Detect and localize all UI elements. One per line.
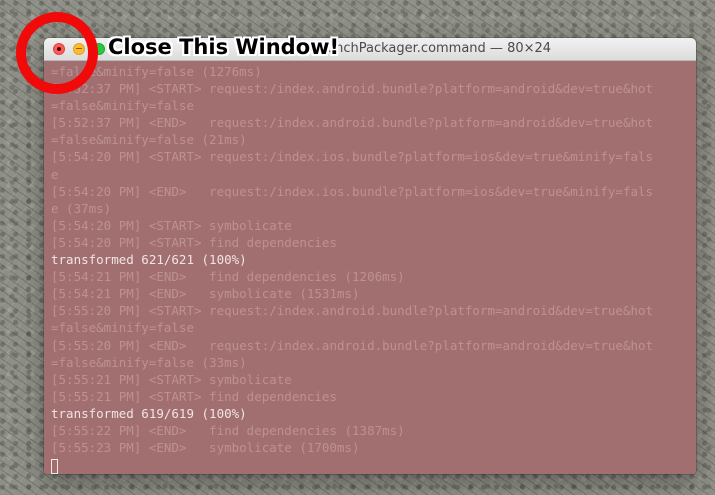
- terminal-line: [5:54:20 PM] <START> request:/index.ios.…: [51, 149, 654, 165]
- terminal-line: [5:54:21 PM] <END> find dependencies (12…: [51, 269, 405, 285]
- terminal-line: transformed 621/621 (100%): [51, 252, 247, 268]
- annotation-label: Close This Window!: [108, 35, 340, 59]
- terminal-line: [5:54:20 PM] <START> find dependencies: [51, 234, 337, 250]
- terminal-line: [5:54:20 PM] <START> symbolicate: [51, 217, 292, 233]
- terminal-line: [5:55:20 PM] <START> request:/index.andr…: [51, 303, 654, 319]
- highlight-circle: [16, 12, 98, 94]
- cursor-block: [51, 459, 58, 474]
- terminal-line: [5:55:21 PM] <START> symbolicate: [51, 371, 292, 387]
- terminal-line: =false&minify=false (21ms): [51, 132, 247, 148]
- terminal-line: =false&minify=false: [51, 320, 194, 336]
- terminal-line: e (37ms): [51, 200, 112, 216]
- terminal-line: [5:55:23 PM] <END> symbolicate (1700ms): [51, 440, 360, 456]
- terminal-line: [5:54:21 PM] <END> symbolicate (1531ms): [51, 286, 360, 302]
- terminal-line: =false&minify=false: [51, 98, 194, 114]
- terminal-line: =false&minify=false (1276ms): [51, 64, 262, 79]
- terminal-line: [5:54:20 PM] <END> request:/index.ios.bu…: [51, 183, 654, 199]
- terminal-line: [5:52:37 PM] <END> request:/index.androi…: [51, 115, 654, 131]
- terminal-line: [5:52:37 PM] <START> request:/index.andr…: [51, 81, 654, 97]
- terminal-line: =false&minify=false (33ms): [51, 354, 247, 370]
- terminal-line: [5:55:20 PM] <END> request:/index.androi…: [51, 337, 654, 353]
- prompt-line: [51, 456, 696, 474]
- terminal-line: transformed 619/619 (100%): [51, 405, 247, 421]
- terminal-line: [5:55:22 PM] <END> find dependencies (13…: [51, 422, 405, 438]
- terminal-line: [5:55:21 PM] <START> find dependencies: [51, 388, 337, 404]
- terminal-window: — node ◂ launchPackager.command — 80×24 …: [44, 38, 696, 474]
- terminal-line: e: [51, 166, 59, 182]
- terminal-output[interactable]: =false&minify=false (1276ms) [5:52:37 PM]…: [44, 61, 696, 474]
